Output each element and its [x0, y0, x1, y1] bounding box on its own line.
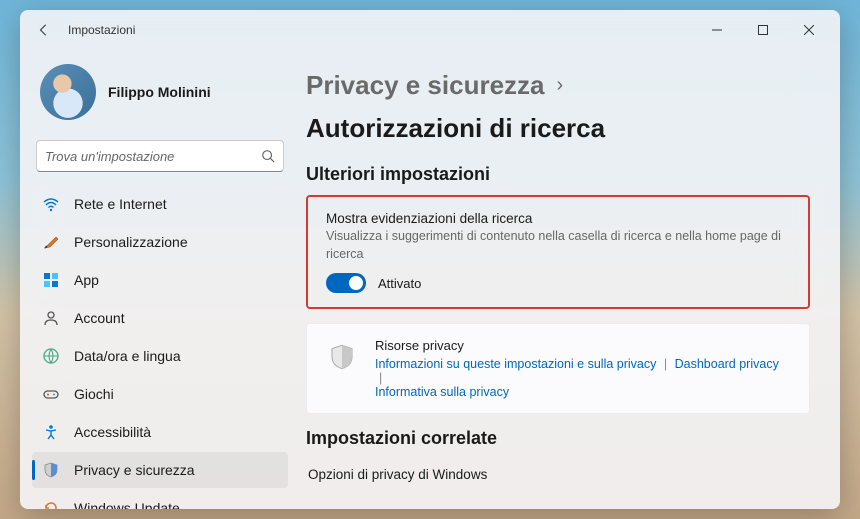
window-controls	[694, 14, 832, 46]
nav-item-gaming[interactable]: Giochi	[32, 376, 288, 412]
search-highlights-card: Mostra evidenziazioni della ricerca Visu…	[306, 195, 810, 309]
search-icon	[261, 149, 275, 163]
gamepad-icon	[42, 385, 60, 403]
nav-label: Data/ora e lingua	[74, 348, 181, 364]
profile[interactable]: Filippo Molinini	[32, 50, 288, 138]
footer-links: ? Informazioni Invia feedback	[306, 508, 810, 509]
related-windows-privacy[interactable]: Opzioni di privacy di Windows	[306, 459, 810, 490]
about-link[interactable]: ? Informazioni	[306, 508, 810, 509]
globe-clock-icon	[42, 347, 60, 365]
search-input[interactable]	[45, 149, 261, 164]
nav-label: Personalizzazione	[74, 234, 188, 250]
nav-label: Giochi	[74, 386, 114, 402]
nav-item-personalization[interactable]: Personalizzazione	[32, 224, 288, 260]
nav-item-privacy[interactable]: Privacy e sicurezza	[32, 452, 288, 488]
nav-item-time-language[interactable]: Data/ora e lingua	[32, 338, 288, 374]
back-button[interactable]	[28, 14, 60, 46]
privacy-link-dashboard[interactable]: Dashboard privacy	[675, 357, 779, 371]
breadcrumb-parent[interactable]: Privacy e sicurezza	[306, 70, 545, 101]
update-icon	[42, 499, 60, 509]
window-title: Impostazioni	[68, 23, 135, 37]
search-box[interactable]	[36, 140, 284, 172]
titlebar: Impostazioni	[20, 10, 840, 50]
minimize-button[interactable]	[694, 14, 740, 46]
shield-icon	[42, 461, 60, 479]
privacy-resources-card: Risorse privacy Informazioni su queste i…	[306, 323, 810, 414]
info-icon: ?	[306, 508, 322, 509]
nav-item-account[interactable]: Account	[32, 300, 288, 336]
nav-item-network[interactable]: Rete e Internet	[32, 186, 288, 222]
close-button[interactable]	[786, 14, 832, 46]
nav-label: Accessibilità	[74, 424, 151, 440]
profile-name: Filippo Molinini	[108, 84, 211, 100]
about-label: Informazioni	[336, 509, 410, 510]
nav-item-accessibility[interactable]: Accessibilità	[32, 414, 288, 450]
nav-item-apps[interactable]: App	[32, 262, 288, 298]
main-content: Privacy e sicurezza › Autorizzazioni di …	[300, 50, 840, 509]
sidebar: Filippo Molinini Rete e Internet	[20, 50, 300, 509]
nav-label: Privacy e sicurezza	[74, 462, 195, 478]
nav: Rete e Internet Personalizzazione App	[32, 186, 288, 509]
breadcrumb-current: Autorizzazioni di ricerca	[306, 113, 605, 144]
brush-icon	[42, 233, 60, 251]
section-more-settings: Ulteriori impostazioni	[306, 164, 810, 185]
section-related: Impostazioni correlate	[306, 428, 810, 449]
nav-label: Account	[74, 310, 125, 326]
avatar	[40, 64, 96, 120]
accessibility-icon	[42, 423, 60, 441]
nav-label: App	[74, 272, 99, 288]
apps-icon	[42, 271, 60, 289]
chevron-right-icon: ›	[557, 74, 564, 97]
wifi-icon	[42, 195, 60, 213]
search-highlights-toggle[interactable]	[326, 273, 366, 293]
nav-item-windows-update[interactable]: Windows Update	[32, 490, 288, 509]
card-title: Mostra evidenziazioni della ricerca	[326, 211, 790, 226]
privacy-link-about[interactable]: Informazioni su queste impostazioni e su…	[375, 357, 656, 371]
privacy-link-statement[interactable]: Informativa sulla privacy	[375, 385, 509, 399]
settings-window: Impostazioni Filippo Molinini	[20, 10, 840, 509]
privacy-resources-title: Risorse privacy	[375, 338, 791, 353]
breadcrumb: Privacy e sicurezza › Autorizzazioni di …	[306, 70, 810, 144]
card-description: Visualizza i suggerimenti di contenuto n…	[326, 228, 790, 263]
person-icon	[42, 309, 60, 327]
toggle-state-label: Attivato	[378, 276, 421, 291]
shield-icon	[325, 340, 359, 374]
nav-label: Rete e Internet	[74, 196, 167, 212]
maximize-button[interactable]	[740, 14, 786, 46]
nav-label: Windows Update	[74, 500, 180, 509]
